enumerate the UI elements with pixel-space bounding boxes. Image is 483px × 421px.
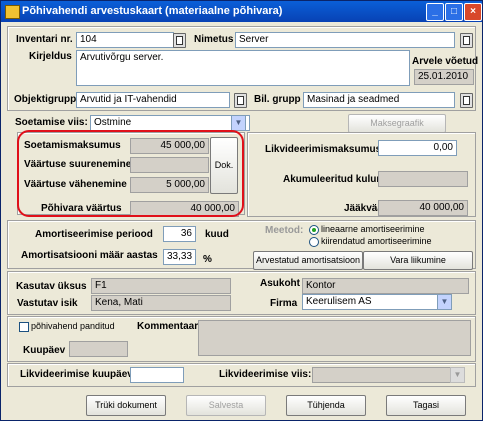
object-group-label: Objektigrupp: [14, 94, 77, 105]
using-unit-field: F1: [91, 278, 231, 294]
description-field[interactable]: Arvutivõrgu server.: [76, 50, 410, 86]
highlight-annotation: [17, 130, 244, 217]
window-title: Põhivahendi arvestuskaart (materiaalne p…: [22, 5, 283, 17]
responsible-person-label: Vastutav isik: [17, 298, 78, 309]
name-label: Nimetus: [194, 34, 234, 45]
print-document-button[interactable]: Trüki dokument: [86, 395, 166, 416]
depreciation-rate-label: Amortisatsiooni määr aastas: [21, 250, 158, 261]
balance-group-picker-icon[interactable]: [460, 93, 473, 108]
registered-date-field: 25.01.2010: [414, 69, 474, 85]
period-unit-label: kuud: [205, 229, 229, 240]
close-button[interactable]: ×: [464, 3, 482, 21]
liquidation-method-dropdown-icon[interactable]: ▼: [450, 367, 465, 383]
company-select[interactable]: Keerulisem AS: [302, 294, 452, 310]
inventory-no-field[interactable]: 104: [76, 32, 174, 48]
payment-schedule-button[interactable]: Maksegraafik: [348, 114, 446, 133]
pledged-checkbox[interactable]: [19, 322, 29, 332]
object-group-field[interactable]: Arvutid ja IT-vahendid: [76, 92, 230, 108]
name-field[interactable]: Server: [235, 32, 455, 48]
depreciation-period-label: Amortiseerimise periood: [35, 229, 153, 240]
liquidation-date-label: Likvideerimise kuupäev: [20, 369, 133, 380]
description-label: Kirjeldus: [29, 51, 72, 62]
acquisition-method-label: Soetamise viis:: [15, 117, 88, 128]
balance-group-label: Bil. grupp: [254, 94, 301, 105]
declining-method-radio[interactable]: [309, 237, 319, 247]
company-dropdown-icon[interactable]: ▼: [437, 294, 452, 310]
name-picker-icon[interactable]: [460, 33, 473, 48]
inventory-no-label: Inventari nr.: [16, 34, 73, 45]
liquidation-date-field[interactable]: [130, 367, 184, 383]
linear-method-radio[interactable]: [309, 225, 319, 235]
depreciation-period-field[interactable]: 36: [163, 226, 196, 242]
pledged-label: põhivahend panditud: [31, 321, 115, 331]
comment-field: [198, 320, 471, 356]
minimize-button[interactable]: _: [426, 3, 444, 21]
using-unit-label: Kasutav üksus: [16, 281, 87, 292]
liquidation-value-label: Likvideerimismaksumus: [265, 144, 382, 155]
responsible-person-field: Kena, Mati: [91, 295, 231, 311]
accumulated-depreciation-field: [378, 171, 468, 187]
back-button[interactable]: Tagasi: [386, 395, 466, 416]
residual-value-field: 40 000,00: [378, 200, 468, 216]
linear-method-label: lineaarne amortiseerimine: [321, 224, 425, 234]
comment-label: Kommentaar: [137, 321, 199, 332]
depreciation-rate-field[interactable]: 33,33: [163, 249, 196, 265]
title-bar: Põhivahendi arvestuskaart (materiaalne p…: [1, 1, 482, 22]
company-label: Firma: [270, 298, 298, 309]
asset-card-window: Põhivahendi arvestuskaart (materiaalne p…: [0, 0, 483, 421]
save-button[interactable]: Salvesta: [186, 395, 266, 416]
accumulated-depreciation-label: Akumuleeritud kulum: [283, 174, 386, 185]
balance-group-field[interactable]: Masinad ja seadmed: [303, 92, 455, 108]
acquisition-method-dropdown-icon[interactable]: ▼: [231, 115, 246, 131]
inventory-picker-icon[interactable]: [173, 33, 186, 48]
app-icon: [5, 5, 20, 19]
method-label: Meetod:: [265, 225, 304, 236]
declining-method-label: kiirendatud amortiseerimine: [321, 236, 432, 246]
liquidation-method-label: Likvideerimise viis:: [219, 369, 312, 380]
clear-button[interactable]: Tühjenda: [286, 395, 366, 416]
liquidation-value-field[interactable]: 0,00: [378, 140, 457, 156]
rate-unit-label: %: [203, 254, 212, 265]
registered-label: Arvele võetud: [412, 56, 479, 67]
pledge-date-field: [69, 341, 128, 357]
calculated-depreciation-button[interactable]: Arvestatud amortisatsioon: [253, 251, 363, 270]
asset-movements-button[interactable]: Vara liikumine: [363, 251, 473, 270]
location-label: Asukoht: [260, 278, 300, 289]
acquisition-method-select[interactable]: Ostmine: [90, 115, 250, 131]
pledge-date-label: Kuupäev: [23, 345, 66, 356]
object-group-picker-icon[interactable]: [234, 93, 247, 108]
location-field: Kontor: [302, 278, 469, 294]
liquidation-method-select[interactable]: [312, 367, 462, 383]
maximize-button[interactable]: □: [445, 3, 463, 21]
